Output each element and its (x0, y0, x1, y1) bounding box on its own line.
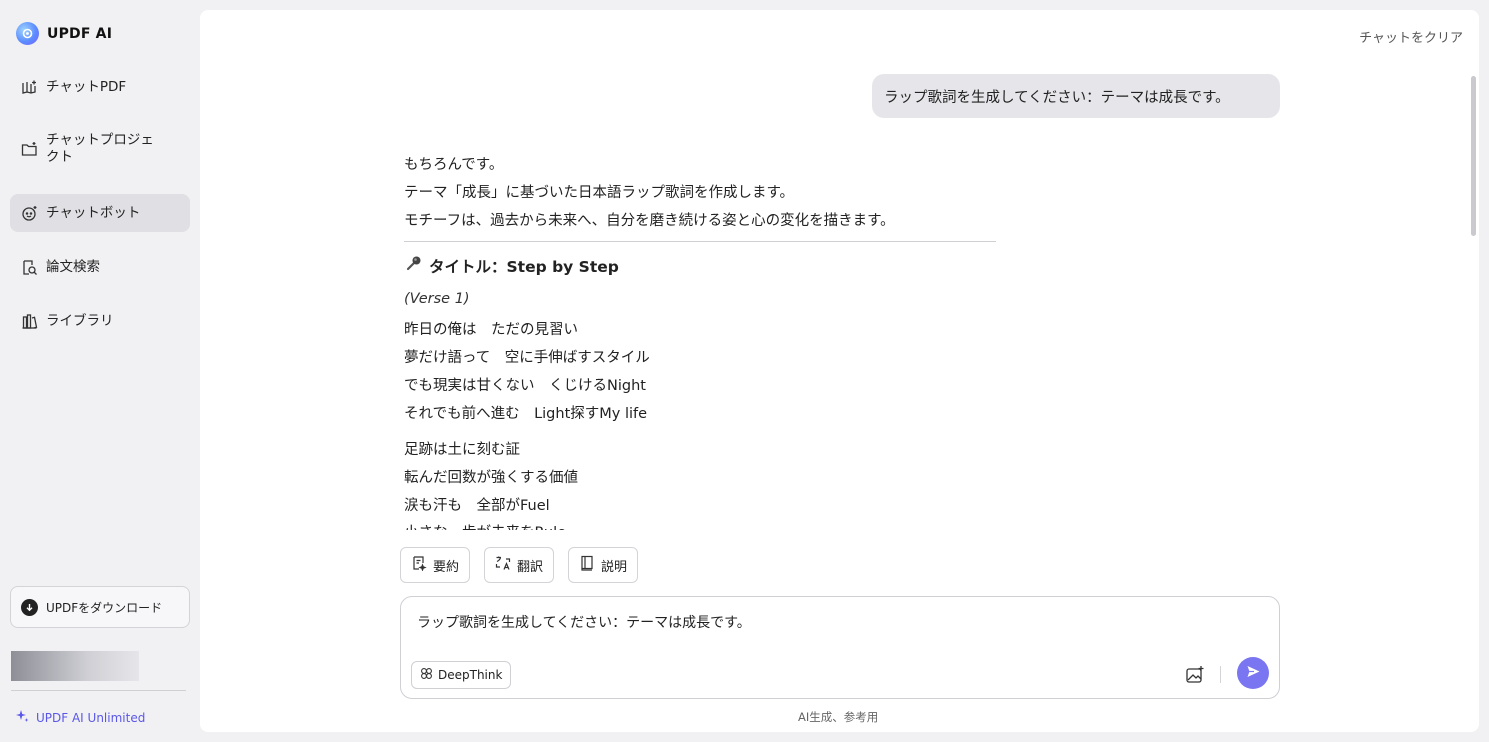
sidebar-item-label: チャットボット (46, 204, 141, 221)
sidebar-item-chat-pdf[interactable]: チャットPDF (10, 68, 190, 106)
input-separator (1220, 666, 1221, 683)
upgrade-unlimited-link[interactable]: UPDF AI Unlimited (15, 709, 145, 726)
clear-chat-button[interactable]: チャットをクリア (1359, 27, 1463, 46)
brand[interactable]: UPDF AI (16, 22, 112, 45)
lyric-line: 転んだ回数が強くする価値 (404, 470, 578, 486)
user-account-banner[interactable] (11, 651, 139, 681)
lyric-line: 夢だけ語って 空に手伸ばすスタイル (404, 350, 650, 366)
chat-panel: チャットをクリア ラップ歌詞を生成してください：テーマは成長です。 もちろんです… (200, 10, 1479, 732)
chat-pdf-icon (20, 78, 38, 96)
microphone-icon (404, 254, 423, 277)
send-icon (1246, 664, 1261, 683)
sidebar-item-library[interactable]: ライブラリ (10, 302, 190, 340)
deepthink-icon (420, 667, 433, 683)
summarize-button[interactable]: 要約 (400, 547, 471, 583)
translate-label: 翻訳 (517, 559, 544, 575)
answer-intro-2: テーマ「成長」に基づいた日本語ラップ歌詞を作成します。 (404, 185, 795, 201)
sparkle-icon (15, 709, 29, 726)
answer-intro-3: モチーフは、過去から未来へ、自分を磨き続ける姿と心の変化を描きます。 (404, 213, 895, 229)
updf-logo-icon (16, 22, 39, 45)
lyric-line: 小さな一歩が未来をRule (404, 521, 566, 530)
translate-button[interactable]: 翻訳 (484, 547, 555, 583)
assistant-answer: もちろんです。 テーマ「成長」に基づいた日本語ラップ歌詞を作成します。 モチーフ… (404, 10, 1044, 530)
download-updf-button[interactable]: UPDFをダウンロード (10, 586, 190, 628)
chat-input[interactable]: ラップ歌詞を生成してください：テーマは成長です。 (417, 612, 1257, 632)
sidebar: UPDF AI チャットPDF チャットプロジェクト チャットボット 論文検索 … (0, 0, 200, 742)
explain-button[interactable]: 説明 (568, 547, 639, 583)
folder-plus-icon (20, 140, 38, 158)
chatbot-icon (20, 204, 38, 222)
unlimited-label: UPDF AI Unlimited (36, 710, 146, 725)
ai-disclaimer: AI生成、参考用 (798, 710, 879, 724)
sidebar-item-label: ライブラリ (46, 312, 114, 329)
lyric-line: 昨日の俺は ただの見習い (404, 322, 578, 338)
lyrics-title: タイトル：Step by Step (404, 254, 619, 277)
lyric-line: でも現実は甘くない くじけるNight (404, 378, 646, 394)
sidebar-item-label: チャットプロジェクト (46, 132, 154, 165)
summarize-label: 要約 (433, 559, 460, 575)
book-icon (579, 555, 595, 575)
sidebar-item-chat-project[interactable]: チャットプロジェクト (10, 124, 190, 174)
divider (11, 690, 186, 691)
brand-name: UPDF AI (47, 25, 113, 42)
explain-label: 説明 (601, 559, 628, 575)
library-icon (20, 312, 38, 330)
download-label: UPDFをダウンロード (46, 600, 163, 615)
summarize-icon (411, 555, 427, 575)
image-upload-icon[interactable] (1184, 664, 1206, 686)
deepthink-label: DeepThink (438, 668, 503, 682)
sidebar-item-chatbot[interactable]: チャットボット (10, 194, 190, 232)
sidebar-item-label: 論文検索 (46, 258, 100, 275)
lyric-line: 足跡は土に刻む証 (404, 442, 520, 458)
translate-icon (495, 555, 511, 575)
send-button[interactable] (1237, 657, 1269, 689)
lyric-line: 涙も汗も 全部がFuel (404, 498, 550, 514)
sidebar-item-label: チャットPDF (46, 78, 127, 95)
answer-divider (404, 241, 996, 242)
scrollbar[interactable] (1471, 76, 1476, 236)
answer-intro-1: もちろんです。 (404, 157, 504, 173)
chat-input-box: ラップ歌詞を生成してください：テーマは成長です。 DeepThink (400, 596, 1280, 699)
paper-search-icon (20, 258, 38, 276)
lyrics-title-text: タイトル：Step by Step (429, 257, 619, 276)
download-icon (21, 598, 38, 616)
verse-label: (Verse 1) (404, 291, 470, 307)
deepthink-toggle[interactable]: DeepThink (411, 661, 512, 689)
sidebar-item-paper-search[interactable]: 論文検索 (10, 248, 190, 286)
lyric-line: それでも前へ進む Light探すMy life (404, 406, 648, 422)
